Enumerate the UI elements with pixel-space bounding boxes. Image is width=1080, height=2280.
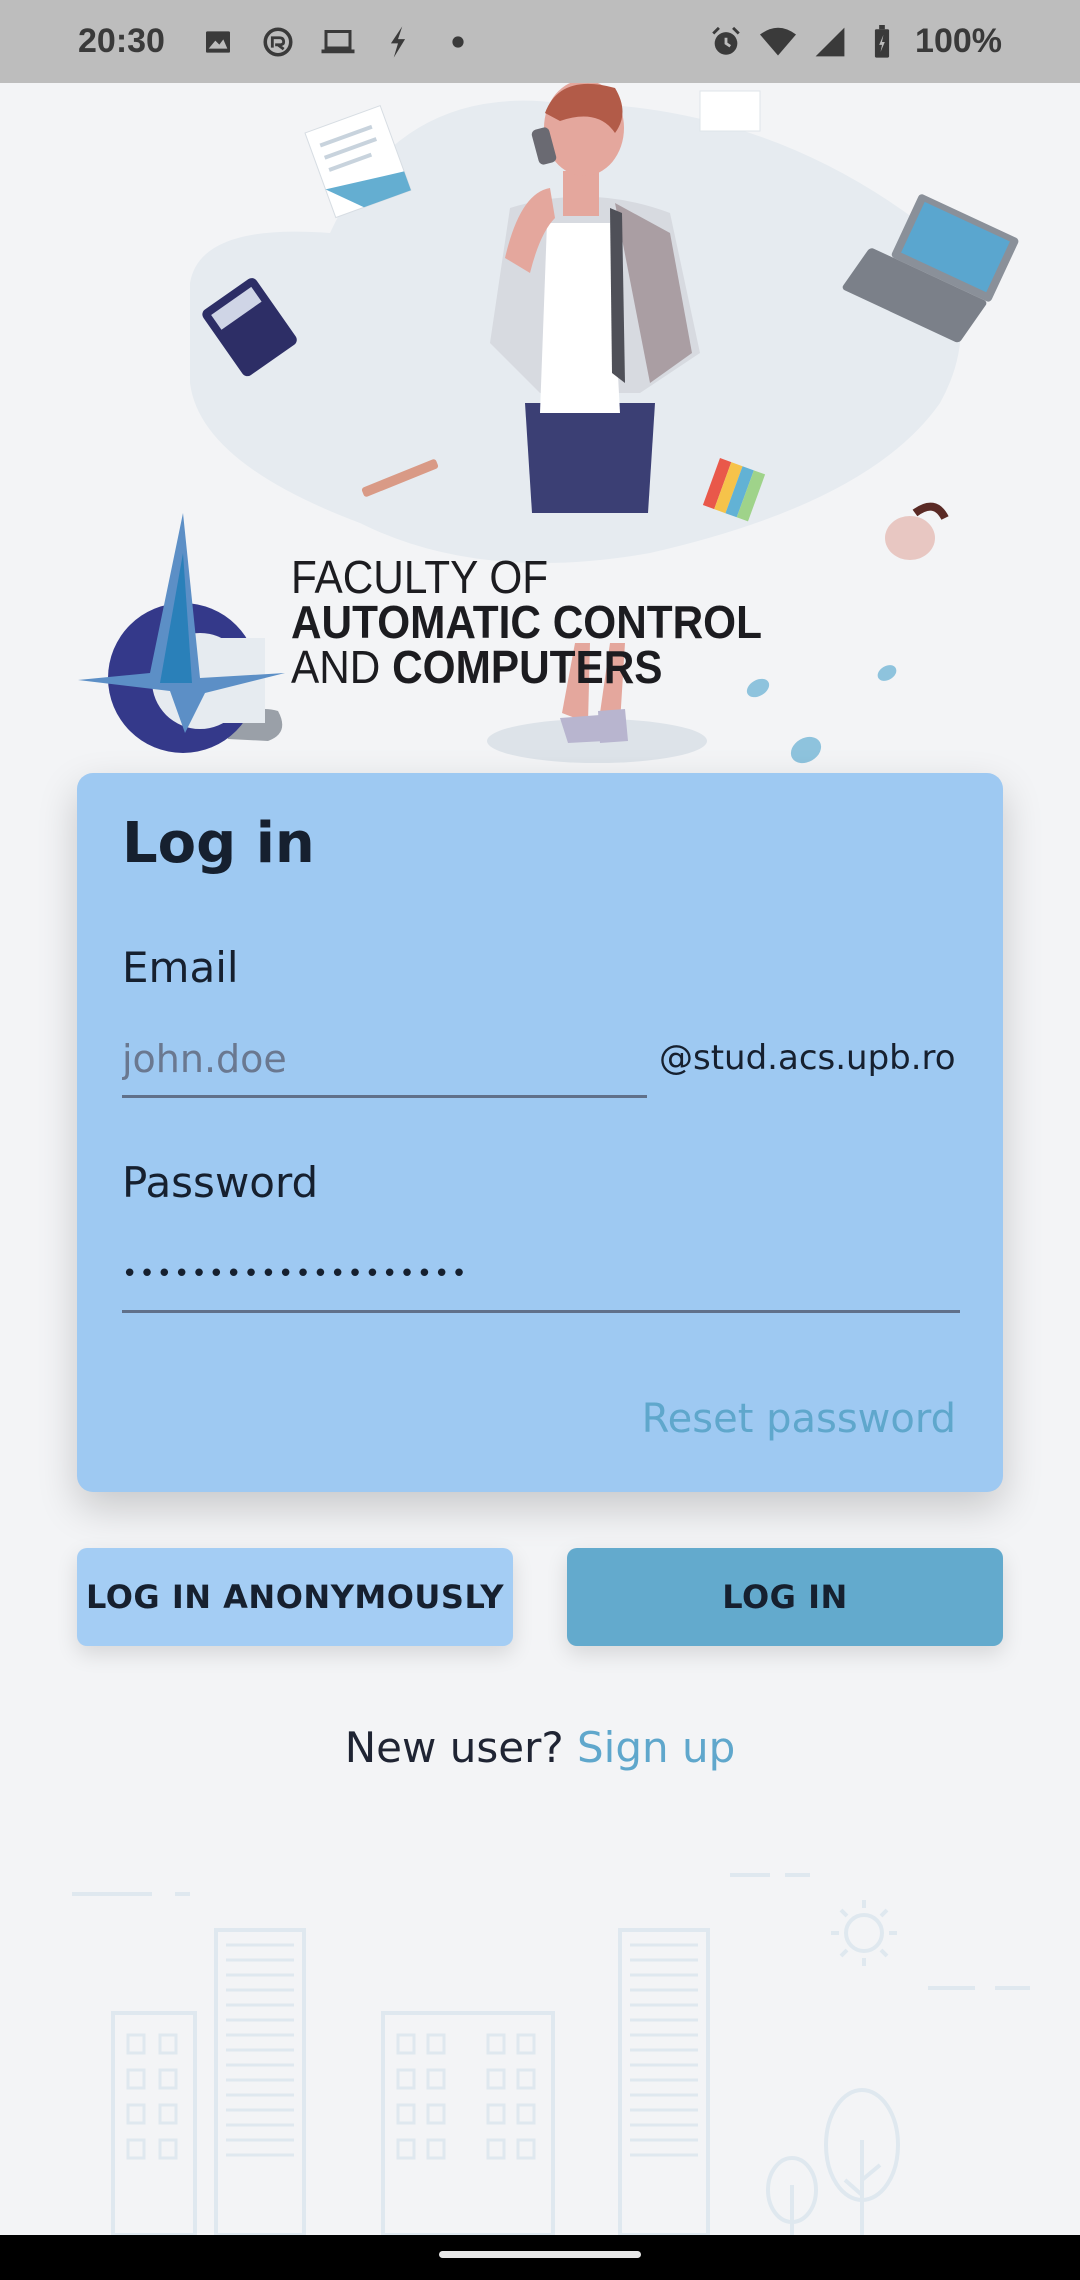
- login-button[interactable]: LOG IN: [567, 1548, 1003, 1646]
- status-icons-right: 100%: [707, 22, 1002, 61]
- faculty-emblem: [78, 513, 285, 753]
- login-title: Log in: [122, 811, 315, 876]
- dot-icon: [439, 23, 477, 61]
- email-label: Email: [122, 943, 239, 992]
- signup-link[interactable]: Sign up: [577, 1723, 735, 1772]
- status-icons-left: [199, 23, 477, 61]
- faculty-line-3-light: AND: [291, 641, 393, 693]
- status-bar: 20:30 100%: [0, 0, 1080, 83]
- flash-icon: [379, 23, 417, 61]
- navigation-bar: [0, 2235, 1080, 2280]
- cityscape-illustration: [0, 1860, 1080, 2237]
- cityscape-svg: [72, 1873, 1030, 2237]
- signup-prompt: New user?: [344, 1723, 577, 1772]
- signal-icon: [811, 23, 849, 61]
- faculty-line-3-bold: COMPUTERS: [392, 641, 663, 693]
- battery-percentage: 100%: [915, 22, 1002, 60]
- signup-row: New user? Sign up: [0, 1723, 1080, 1772]
- vpn-icon: [259, 23, 297, 61]
- faculty-line-2: AUTOMATIC CONTROL: [291, 596, 762, 648]
- wifi-icon: [759, 23, 797, 61]
- email-domain-suffix: @stud.acs.upb.ro: [659, 1038, 956, 1078]
- email-input[interactable]: [122, 1023, 647, 1098]
- faculty-line-3: AND COMPUTERS: [291, 644, 762, 690]
- status-time: 20:30: [78, 22, 165, 60]
- password-input[interactable]: [122, 1238, 960, 1313]
- faculty-line-1: FACULTY OF: [291, 551, 549, 603]
- image-icon: [199, 23, 237, 61]
- laptop-icon: [319, 23, 357, 61]
- faculty-name: FACULTY OF AUTOMATIC CONTROL AND COMPUTE…: [291, 551, 762, 690]
- hero-illustration: FACULTY OF AUTOMATIC CONTROL AND COMPUTE…: [0, 80, 1080, 783]
- login-card: Log in Email @stud.acs.upb.ro Password R…: [77, 773, 1003, 1492]
- alarm-icon: [707, 23, 745, 61]
- reset-password-link[interactable]: Reset password: [642, 1396, 956, 1442]
- password-label: Password: [122, 1158, 319, 1207]
- home-gesture-handle[interactable]: [439, 2251, 641, 2258]
- battery-icon: [863, 23, 901, 61]
- login-anonymously-button[interactable]: LOG IN ANONYMOUSLY: [77, 1548, 513, 1646]
